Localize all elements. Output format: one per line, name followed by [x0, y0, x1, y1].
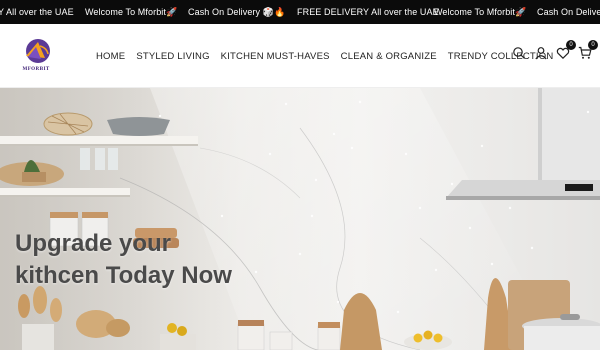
cart-icon[interactable]: 0: [578, 40, 598, 60]
search-icon[interactable]: [512, 46, 526, 60]
nav-styled-living[interactable]: STYLED LIVING: [136, 51, 209, 62]
logo[interactable]: MFORBIT: [17, 36, 55, 76]
hero-title-line2: kithcen Today Now: [15, 262, 232, 289]
logo-text: MFORBIT: [22, 67, 50, 72]
nav-home[interactable]: HOME: [96, 51, 125, 62]
announcement-item: Welcome To Mforbit🚀: [85, 7, 178, 17]
site-header: MFORBIT HOME STYLED LIVING KITCHEN MUST-…: [0, 24, 600, 88]
account-icon[interactable]: [534, 46, 548, 60]
announcement-item: Cash On Delivery: [537, 7, 600, 17]
hero-title-line1: Upgrade your: [15, 230, 172, 257]
hero-title: Upgrade your kithcen Today Now: [15, 228, 275, 292]
nav-kitchen-must-haves[interactable]: KITCHEN MUST-HAVES: [221, 51, 330, 62]
announcement-item: Welcome To Mforbit🚀: [434, 7, 527, 17]
cart-count-badge: 0: [588, 40, 598, 50]
hero-kitchen-image: [0, 88, 600, 350]
header-icons: 0 0: [512, 40, 598, 60]
announcement-item: FREE DELIVERY All over the UAE: [297, 7, 439, 17]
logo-mark-icon: [26, 39, 50, 63]
nav-clean-organize[interactable]: CLEAN & ORGANIZE: [341, 51, 437, 62]
wishlist-icon[interactable]: 0: [556, 40, 576, 60]
wishlist-count-badge: 0: [566, 40, 576, 50]
main-nav: HOME STYLED LIVING KITCHEN MUST-HAVES CL…: [96, 24, 553, 88]
hero-banner[interactable]: Upgrade your kithcen Today Now: [0, 88, 600, 350]
announcement-bar: Y All over the UAE Welcome To Mforbit🚀 C…: [0, 0, 600, 24]
announcement-item: Cash On Delivery 🎲🔥: [188, 7, 286, 17]
announcement-item: Y All over the UAE: [0, 7, 74, 17]
